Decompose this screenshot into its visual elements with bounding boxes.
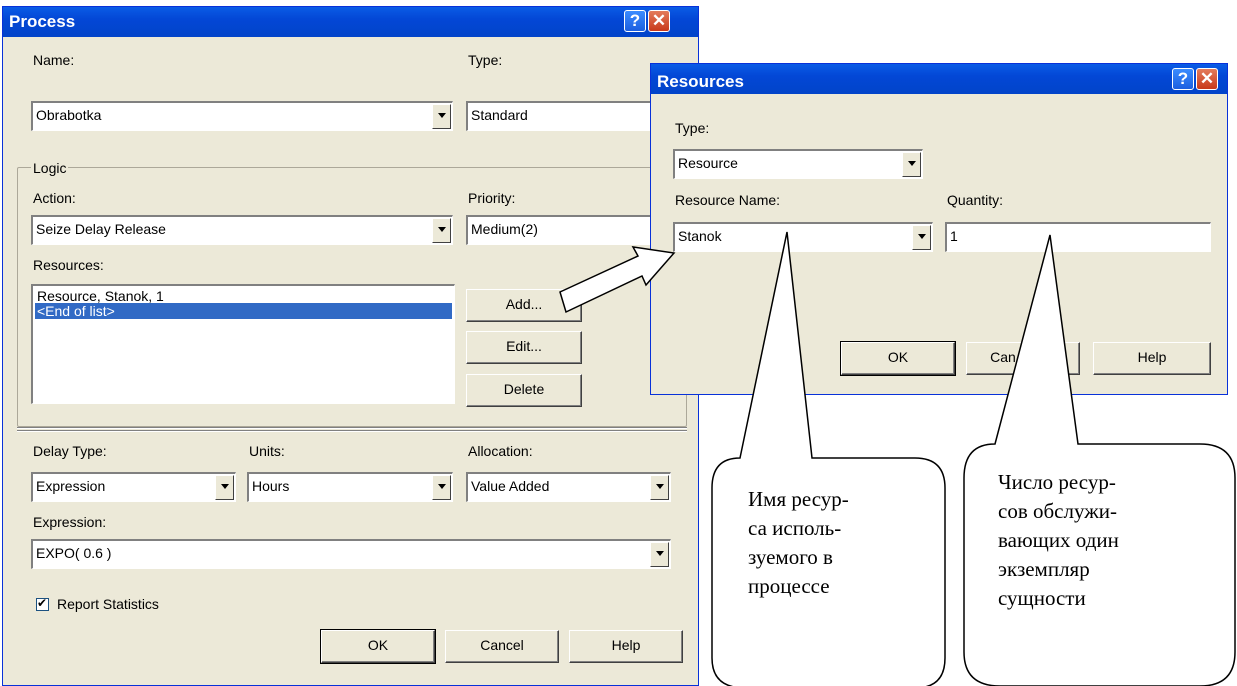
callout-right-text: Число ресур- сов обслужи- вающих один эк…	[998, 470, 1119, 610]
callout-left-text: Имя ресур- са исполь- зуемого в процессе	[748, 487, 849, 598]
callout-right-shape	[963, 234, 1236, 686]
callout-left-shape	[711, 231, 946, 686]
arrow-shape	[559, 246, 676, 314]
